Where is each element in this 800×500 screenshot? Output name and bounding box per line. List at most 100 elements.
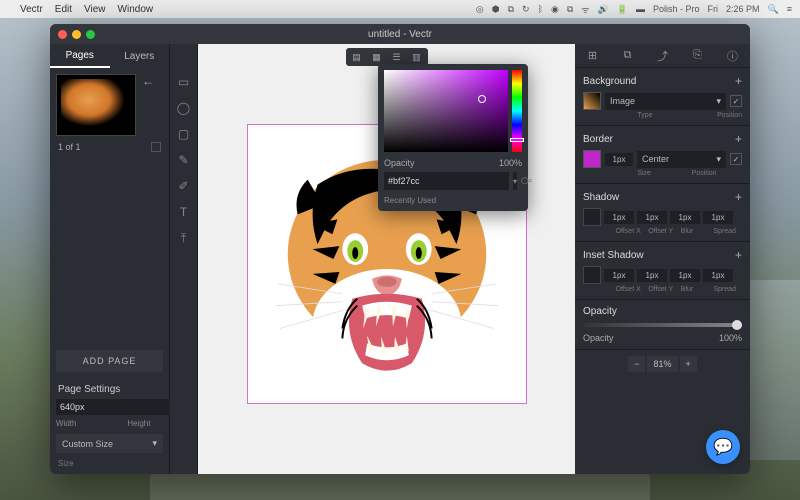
shadow-section: Shadow + Offset XOffset YBlurSpread [575, 184, 750, 242]
add-inset-shadow-button[interactable]: + [735, 248, 742, 262]
inset-offsety-input[interactable] [637, 269, 667, 282]
menu-window[interactable]: Window [118, 4, 154, 15]
spotlight-icon[interactable]: 🔍 [768, 4, 779, 15]
maximize-window-button[interactable] [86, 30, 95, 39]
export-icon[interactable]: ⤴ [645, 44, 680, 67]
inset-blur-input[interactable] [670, 269, 700, 282]
dropbox-icon[interactable]: ⧉ [508, 4, 514, 15]
width-input[interactable] [56, 399, 181, 415]
border-position-select[interactable]: Center▾ [637, 151, 726, 168]
canvas-area[interactable]: ▤ ▦ ☰ ▥ [198, 44, 575, 474]
volume-icon[interactable]: 🔊 [598, 4, 609, 15]
background-visible-checkbox[interactable]: ✓ [730, 95, 742, 107]
tool-text[interactable]: T [176, 204, 192, 220]
hue-slider[interactable] [512, 70, 522, 152]
zoom-out-button[interactable]: − [628, 356, 645, 372]
background-swatch[interactable] [583, 92, 601, 110]
status-icon[interactable]: ↻ [522, 4, 530, 15]
color-picker-popover: Opacity 100% ▾ ⧃ Recently Used [378, 64, 528, 211]
info-icon[interactable]: ⓘ [715, 44, 750, 67]
arrange-icon[interactable]: ⧉ [610, 44, 645, 67]
vectr-window: untitled - Vectr Pages Layers ← 1 of 1 A… [50, 24, 750, 474]
menu-edit[interactable]: Edit [55, 4, 72, 15]
opacity-slider[interactable] [583, 323, 742, 327]
align-left-icon[interactable]: ▤ [348, 50, 366, 64]
tool-pen[interactable]: ✎ [176, 152, 192, 168]
opacity-label: Opacity [384, 158, 415, 168]
align-middle-icon[interactable]: ☰ [388, 50, 406, 64]
share-icon[interactable]: ⎘ [680, 44, 715, 67]
add-page-button[interactable]: ADD PAGE [56, 350, 163, 372]
menu-view[interactable]: View [84, 4, 106, 15]
add-background-button[interactable]: + [735, 74, 742, 88]
shadow-title: Shadow [583, 192, 619, 203]
background-type-select[interactable]: Image▾ [605, 93, 726, 110]
border-visible-checkbox[interactable]: ✓ [730, 153, 742, 165]
hex-input[interactable] [384, 172, 509, 190]
macos-dock[interactable] [150, 470, 650, 500]
wifi-icon[interactable]: ◉ [551, 4, 559, 15]
add-border-button[interactable]: + [735, 132, 742, 146]
back-arrow-icon[interactable]: ← [140, 74, 156, 88]
border-size-input[interactable] [605, 153, 633, 166]
shadow-blur-input[interactable] [670, 211, 700, 224]
zoom-controls: − 81% + [575, 350, 750, 378]
inset-spread-input[interactable] [703, 269, 733, 282]
titlebar[interactable]: untitled - Vectr [50, 24, 750, 44]
opacity-value: 100% [499, 158, 522, 168]
eyedropper-icon[interactable]: ⧃ [521, 172, 532, 190]
background-title: Background [583, 76, 636, 87]
status-icon[interactable]: ⬢ [492, 4, 500, 15]
battery-icon[interactable]: 🔋 [617, 4, 628, 15]
tool-pencil[interactable]: ✐ [176, 178, 192, 194]
opacity-section: Opacity Opacity 100% [575, 300, 750, 350]
shadow-offsetx-input[interactable] [604, 211, 634, 224]
shadow-color-swatch[interactable] [583, 208, 601, 226]
inset-shadow-color-swatch[interactable] [583, 266, 601, 284]
flag-icon[interactable]: ▬ [636, 4, 645, 14]
width-label: Width [56, 419, 92, 428]
border-section: Border + Center▾ ✓ SizePosition [575, 126, 750, 184]
left-panel: Pages Layers ← 1 of 1 ADD PAGE Page Sett… [50, 44, 170, 474]
input-lang[interactable]: Polish - Pro [653, 4, 700, 14]
inset-offsetx-input[interactable] [604, 269, 634, 282]
macos-menubar: Vectr Edit View Window ◎ ⬢ ⧉ ↻ ᛒ ◉ ⧉ ᯤ 🔊… [0, 0, 800, 18]
wifi-icon[interactable]: ⧉ [567, 4, 573, 15]
bluetooth-icon[interactable]: ᛒ [538, 4, 543, 14]
color-format-toggle[interactable]: ▾ [513, 172, 517, 190]
shadow-offsety-input[interactable] [637, 211, 667, 224]
menubar-day[interactable]: Fri [707, 4, 718, 14]
grid-icon[interactable]: ⊞ [575, 44, 610, 67]
close-window-button[interactable] [58, 30, 67, 39]
zoom-value[interactable]: 81% [647, 356, 677, 372]
page-options-icon[interactable] [151, 142, 161, 152]
page-counter-label: 1 of 1 [58, 142, 81, 152]
wifi-icon[interactable]: ᯤ [581, 3, 589, 16]
tab-layers[interactable]: Layers [110, 44, 170, 68]
status-icon[interactable]: ◎ [476, 4, 484, 15]
notification-icon[interactable]: ≡ [787, 4, 792, 14]
chat-help-button[interactable]: 💬 [706, 430, 740, 464]
inset-shadow-title: Inset Shadow [583, 250, 644, 261]
zoom-in-button[interactable]: + [680, 356, 697, 372]
align-center-icon[interactable]: ▦ [368, 50, 386, 64]
chevron-down-icon: ▾ [152, 438, 157, 449]
add-shadow-button[interactable]: + [735, 190, 742, 204]
size-preset-dropdown[interactable]: Custom Size ▾ [56, 434, 163, 453]
tab-pages[interactable]: Pages [50, 44, 110, 68]
minimize-window-button[interactable] [72, 30, 81, 39]
tool-strip: ▭ ◯ ▢ ✎ ✐ T ⤒ [170, 44, 198, 474]
saturation-value-field[interactable] [384, 70, 508, 152]
tool-upload[interactable]: ⤒ [176, 230, 192, 246]
menu-app-name[interactable]: Vectr [20, 4, 43, 15]
menubar-time[interactable]: 2:26 PM [726, 4, 760, 14]
opacity-title: Opacity [583, 306, 617, 317]
tool-rounded-rect[interactable]: ▢ [176, 126, 192, 142]
align-right-icon[interactable]: ▥ [408, 50, 426, 64]
tool-rectangle[interactable]: ▭ [176, 74, 192, 90]
page-thumbnail[interactable] [56, 74, 136, 136]
right-panel: ⊞ ⧉ ⤴ ⎘ ⓘ Background + Image▾ ✓ TypePosi… [575, 44, 750, 474]
shadow-spread-input[interactable] [703, 211, 733, 224]
tool-ellipse[interactable]: ◯ [176, 100, 192, 116]
border-color-swatch[interactable] [583, 150, 601, 168]
